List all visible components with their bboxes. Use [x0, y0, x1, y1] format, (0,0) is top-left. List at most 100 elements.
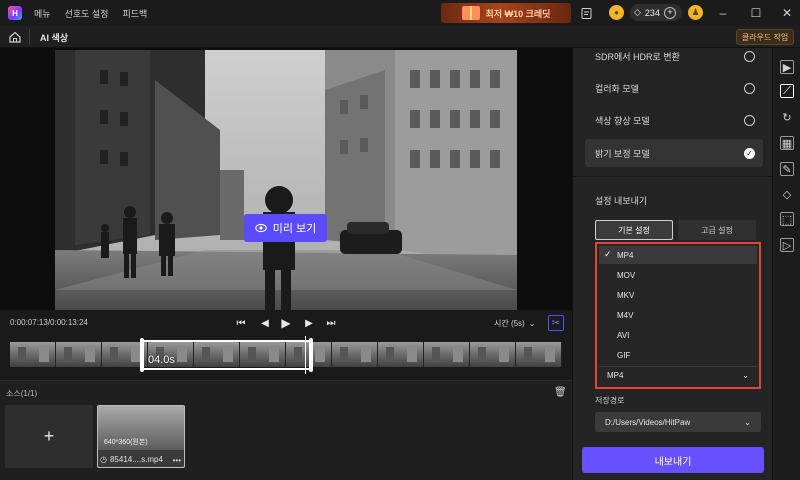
title-bar: H 메뉴 선호도 설정 피드백 최저 ₩10 크레딧 ● ◇ 234 + ♟ –…: [0, 0, 800, 26]
radio-button[interactable]: [744, 82, 755, 94]
export-settings-title: 설정 내보내기: [595, 196, 648, 206]
save-path-label: 저장경로: [595, 396, 625, 405]
page-title: AI 색상: [40, 33, 69, 43]
film-frame: [470, 342, 516, 367]
time-interval-label: 시간 (5s): [494, 318, 525, 328]
edit-icon[interactable]: ✎: [780, 162, 794, 176]
tab-basic-settings[interactable]: 기본 설정: [595, 220, 673, 240]
color-edit-icon[interactable]: ⟋: [780, 84, 794, 98]
credits-count: 234: [644, 7, 660, 18]
selected-format: MP4: [607, 371, 624, 380]
format-label: M4V: [617, 310, 634, 320]
home-icon[interactable]: [8, 30, 22, 44]
option-sdr-to-hdr[interactable]: SDR에서 HDR로 변환: [585, 42, 763, 70]
skip-start-icon[interactable]: ⏮: [234, 316, 248, 330]
format-option-gif[interactable]: GIF: [599, 346, 757, 364]
time-interval-select[interactable]: 시간 (5s) ⌄: [494, 316, 535, 330]
menu-item-menu[interactable]: 메뉴: [34, 7, 51, 20]
plus-icon[interactable]: +: [663, 6, 676, 19]
minimize-icon[interactable]: –: [714, 4, 732, 22]
menu-item-feedback[interactable]: 피드백: [122, 7, 147, 20]
format-option-mkv[interactable]: MKV: [599, 286, 757, 304]
selection-end-handle[interactable]: [309, 338, 313, 372]
timecode: 0:00:07:13/0:00:13:24: [10, 318, 88, 327]
radio-checked[interactable]: ✓: [744, 147, 755, 159]
app-logo: H: [8, 6, 22, 20]
promo-text: 최저 ₩10 크레딧: [485, 8, 551, 19]
close-icon[interactable]: ✕: [778, 4, 796, 22]
eraser-icon[interactable]: ◇: [780, 187, 794, 201]
format-label: MOV: [617, 270, 636, 280]
video-enhance-icon[interactable]: ▶: [780, 60, 794, 74]
selection-start-handle[interactable]: [140, 338, 144, 372]
option-label: SDR에서 HDR로 변환: [595, 51, 680, 62]
option-brightness-model[interactable]: 밝기 보정 모델 ✓: [585, 139, 763, 167]
option-label: 컬러화 모델: [595, 83, 639, 94]
selection-duration: 04.0s: [148, 354, 175, 366]
prev-frame-icon[interactable]: ◀: [258, 316, 272, 330]
film-frame: [56, 342, 102, 367]
settings-panel: SDR에서 HDR로 변환 컬러화 모델 색상 향상 모델 밝기 보정 모델 ✓…: [572, 48, 773, 480]
film-frame: [378, 342, 424, 367]
format-option-mp4[interactable]: ✓ MP4: [599, 246, 757, 264]
option-color-enhance-model[interactable]: 색상 향상 모델: [585, 106, 763, 134]
divider: [29, 29, 30, 45]
clip-filename: 85414....s.mp4: [109, 455, 163, 464]
film-frame: [424, 342, 470, 367]
format-option-mov[interactable]: MOV: [599, 266, 757, 284]
user-icon[interactable]: ♟: [688, 5, 703, 20]
more-icon[interactable]: •••: [173, 456, 181, 465]
save-path-value: D:/Users/Videos/HitPaw: [605, 417, 691, 427]
chevron-down-icon: ⌄: [528, 318, 536, 328]
format-label: GIF: [617, 350, 631, 360]
source-panel: 소스(1/1) 🗑 + 640*360(원본) ◷ 85414....s.mp4…: [0, 380, 572, 480]
option-label: 색상 향상 모델: [595, 115, 650, 126]
play-box-icon[interactable]: ▷: [780, 238, 794, 252]
radio-button[interactable]: [744, 114, 755, 126]
film-frame: [332, 342, 378, 367]
option-colorize-model[interactable]: 컬러화 모델: [585, 74, 763, 102]
format-select[interactable]: MP4 ⌄: [599, 366, 757, 384]
next-frame-icon[interactable]: ▶: [302, 316, 316, 330]
credits-badge[interactable]: ◇ 234 +: [630, 4, 682, 21]
coin-icon[interactable]: ●: [609, 5, 624, 20]
skip-end-icon[interactable]: ⏭: [324, 316, 338, 330]
gem-icon: ◇: [634, 7, 641, 17]
maximize-icon[interactable]: ☐: [747, 4, 765, 22]
format-option-avi[interactable]: AVI: [599, 326, 757, 344]
playback-controls: 0:00:07:13/0:00:13:24 ⏮ ◀ ▶ ▶ ⏭ 시간 (5s) …: [0, 310, 572, 336]
add-source-button[interactable]: +: [5, 405, 93, 468]
tab-advanced-settings[interactable]: 고급 설정: [678, 220, 756, 240]
playhead[interactable]: [305, 336, 306, 374]
format-label: AVI: [617, 330, 630, 340]
gift-icon: [461, 6, 480, 20]
format-label: MKV: [617, 290, 635, 300]
radio-button[interactable]: [744, 50, 755, 62]
format-dropdown: ✓ MP4 MOV MKV M4V AVI GIF MP4 ⌄: [595, 242, 761, 389]
video-frame: [55, 50, 517, 310]
menu-bar: 메뉴 선호도 설정 피드백: [34, 7, 147, 20]
play-icon[interactable]: ▶: [279, 316, 293, 330]
select-icon[interactable]: ⬚: [780, 212, 794, 226]
promo-banner[interactable]: 최저 ₩10 크레딧: [441, 3, 571, 23]
side-toolbar: ▶ ⟋ ↻ ▦ ✎ ◇ ⬚ ▷: [772, 48, 800, 480]
trash-icon[interactable]: 🗑: [554, 387, 567, 398]
source-clip[interactable]: 640*360(원본) ◷ 85414....s.mp4 •••: [97, 405, 185, 468]
clip-resolution: 640*360(원본): [104, 439, 148, 446]
preview-button[interactable]: 미리 보기: [244, 214, 327, 242]
preview-area: 미리 보기: [0, 48, 572, 310]
menu-item-preferences[interactable]: 선호도 설정: [65, 7, 109, 20]
format-option-m4v[interactable]: M4V: [599, 306, 757, 324]
save-path-select[interactable]: D:/Users/Videos/HitPaw ⌄: [595, 412, 761, 432]
refresh-icon[interactable]: ↻: [780, 110, 794, 124]
film-frame: [516, 342, 562, 367]
preview-button-label: 미리 보기: [272, 223, 317, 235]
export-button[interactable]: 내보내기: [582, 447, 764, 473]
scissors-icon[interactable]: ✂: [548, 315, 564, 331]
divider: [573, 176, 773, 177]
grid-icon[interactable]: ▦: [780, 136, 794, 150]
notes-icon[interactable]: [578, 5, 594, 21]
film-frame: [10, 342, 56, 367]
source-title: 소스(1/1): [6, 389, 38, 398]
clip-name-row: ◷ 85414....s.mp4: [100, 455, 163, 464]
